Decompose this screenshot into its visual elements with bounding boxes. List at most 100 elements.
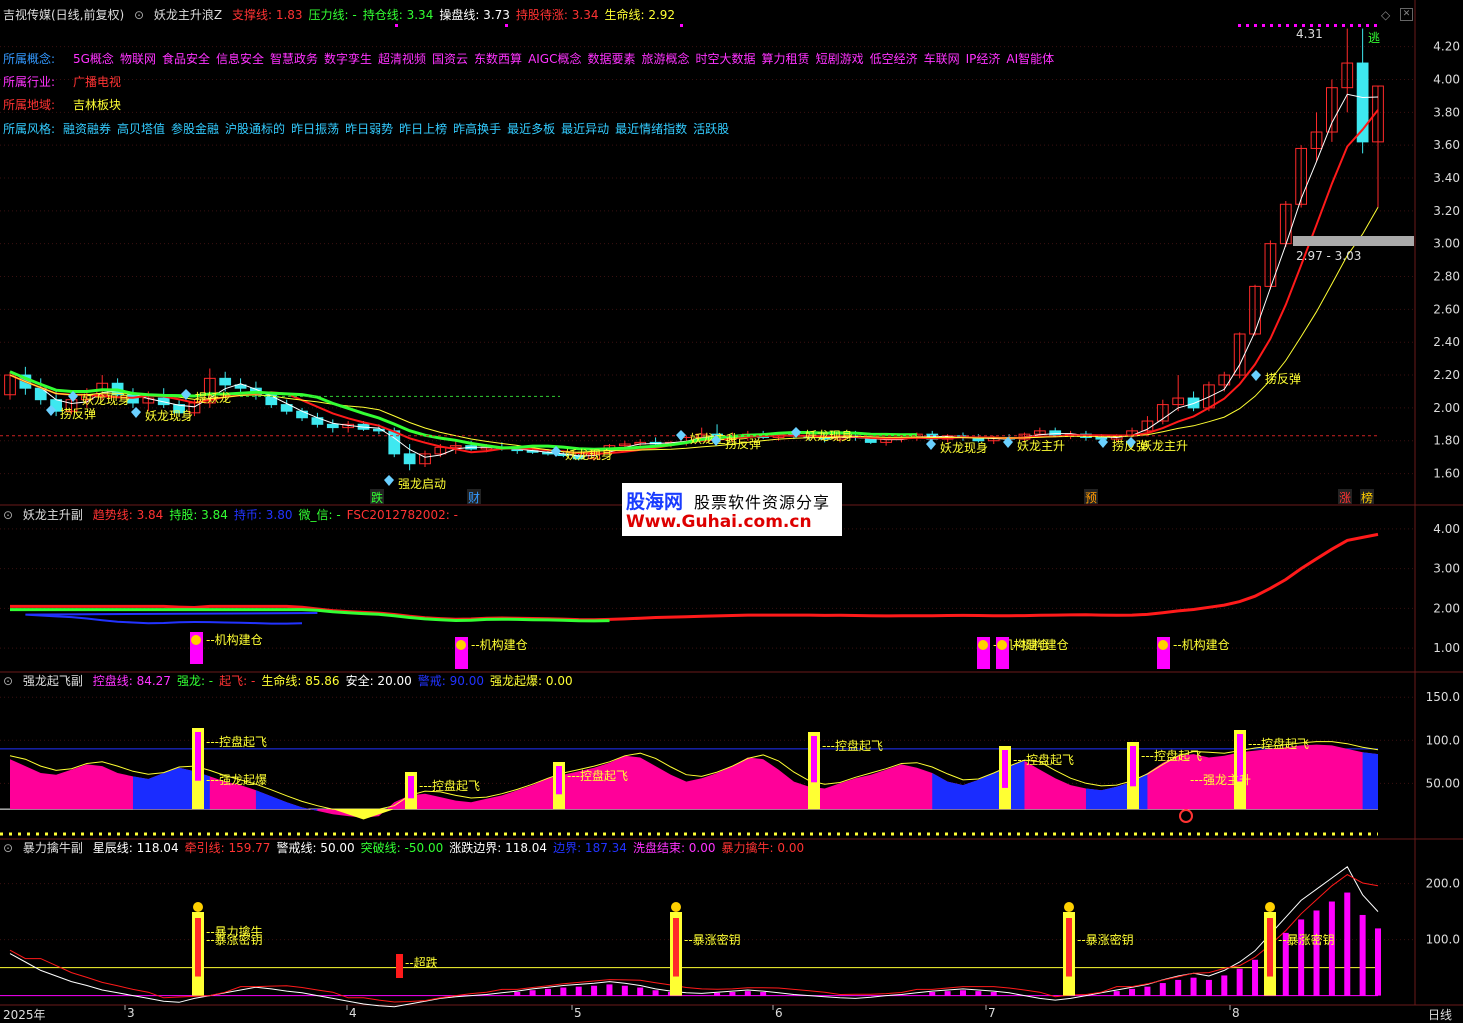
tag-value[interactable]: 旅游概念 <box>642 52 690 66</box>
tag-value[interactable]: 参股金融 <box>171 122 219 136</box>
y-tick-label: 4.20 <box>1433 40 1460 54</box>
tag-value[interactable]: 高贝塔值 <box>117 122 165 136</box>
tag-value[interactable]: 昨高换手 <box>453 122 501 136</box>
tag-value[interactable]: 昨日振荡 <box>291 122 339 136</box>
control-area-blue <box>1362 752 1378 810</box>
marker-label: 涨 <box>1339 490 1351 505</box>
tag-value[interactable]: 广播电视 <box>73 75 121 89</box>
oversold-label: --超跌 <box>405 955 438 970</box>
institution-label: --机构建仓 <box>1173 637 1230 652</box>
indicator-toggle-icon[interactable]: ⊙ <box>134 8 144 22</box>
bull-bar <box>714 992 721 996</box>
x-tick-label: 8 <box>1232 1006 1240 1019</box>
tag-value[interactable]: 活跃股 <box>693 122 729 136</box>
tag-value[interactable]: 数据要素 <box>588 52 636 66</box>
tag-key: 所属地域: <box>3 98 56 112</box>
signal-label: 妖龙现身 <box>940 440 988 455</box>
panel2-indicator-name[interactable]: 强龙起飞副 <box>23 674 83 688</box>
take-off-label: ---控盘起飞 <box>567 768 628 783</box>
watermark: 股海网 股票软件资源分享 Www.Guhai.com.cn <box>622 483 842 536</box>
take-off-core <box>556 766 562 795</box>
marker-label: 跌 <box>371 490 383 505</box>
tag-value[interactable]: 短剧游戏 <box>816 52 864 66</box>
tag-value[interactable]: 昨日弱势 <box>345 122 393 136</box>
tag-value[interactable]: IP经济 <box>966 52 1001 66</box>
bull-bar <box>1313 910 1320 996</box>
panel1-indicator-name[interactable]: 妖龙主升副 <box>23 508 83 522</box>
bull-bar <box>1175 979 1182 996</box>
tag-value[interactable]: 超清视频 <box>378 52 426 66</box>
take-off-core <box>195 732 201 781</box>
candle-body <box>296 410 308 419</box>
tag-key: 所属行业: <box>3 75 56 89</box>
institution-label: --机构建仓 <box>1012 637 1069 652</box>
bull-bar <box>1190 977 1197 996</box>
tag-row: 所属风格: 融资融券 高贝塔值 参股金融 沪股通标的 昨日振荡 昨日弱势 昨日上榜 昨高换手 最近… <box>3 122 735 136</box>
tag-value[interactable]: 吉林板块 <box>73 98 121 112</box>
x-tick-label: 3 <box>127 1006 135 1019</box>
panel1-header-item: FSC2012782002: - <box>346 508 458 522</box>
tag-value[interactable]: 最近多板 <box>507 122 555 136</box>
signal-label: 妖龙现身 <box>805 428 853 443</box>
panel2-header-item: 起飞: - <box>219 674 256 688</box>
tag-value[interactable]: 算力租赁 <box>762 52 810 66</box>
tag-value[interactable]: 食品安全 <box>162 52 210 66</box>
money-bag-icon <box>671 902 681 912</box>
y-tick-label: 3.00 <box>1433 562 1460 576</box>
tag-row: 所属概念: 5G概念 物联网 食品安全 信息安全 智慧政务 数字孪生 超清视频 国资云 东数西算 A… <box>3 52 1060 66</box>
collapse-icon[interactable]: ◇ <box>1381 8 1390 22</box>
bull-bar <box>744 991 751 996</box>
tag-value[interactable]: 时空大数据 <box>696 52 756 66</box>
tag-value[interactable]: 车联网 <box>924 52 960 66</box>
bull-bar <box>1129 988 1136 996</box>
panel3-header-item: 牵引线: 159.77 <box>184 841 271 855</box>
oversold-bar <box>396 954 403 978</box>
period-label[interactable]: 日线 <box>1428 1006 1452 1023</box>
tag-value[interactable]: 沪股通标的 <box>225 122 285 136</box>
tag-value[interactable]: AIGC概念 <box>528 52 581 66</box>
watermark-brand: 股海网 <box>626 491 684 513</box>
panel3-toggle-icon[interactable]: ⊙ <box>3 841 13 855</box>
bull-bar <box>606 984 613 996</box>
signal-label: 捞反弹 <box>60 407 96 421</box>
signal-dot <box>1270 24 1273 27</box>
tag-value[interactable]: 智慧政务 <box>270 52 318 66</box>
panel2-header: ⊙ 强龙起飞副 控盘线: 84.27 强龙: - 起飞: - 生命线: 85.86 安全… <box>3 674 585 688</box>
take-off-core <box>1002 750 1008 788</box>
tag-value[interactable]: 低空经济 <box>870 52 918 66</box>
escape-label: 逃 <box>1368 31 1380 45</box>
tag-value[interactable]: 最近情绪指数 <box>615 122 687 136</box>
bull-bar <box>1252 959 1259 996</box>
panel3-indicator-name[interactable]: 暴力擒牛副 <box>23 841 83 855</box>
tag-value[interactable]: 信息安全 <box>216 52 264 66</box>
y-tick-label: 1.60 <box>1433 467 1460 481</box>
tag-value[interactable]: 数字孪生 <box>324 52 372 66</box>
tag-value[interactable]: AI智能体 <box>1006 52 1054 66</box>
panel1-toggle-icon[interactable]: ⊙ <box>3 508 13 522</box>
tag-value[interactable]: 物联网 <box>120 52 156 66</box>
tag-value[interactable]: 融资融券 <box>63 122 111 136</box>
main-header-item: 持股待涨: 3.34 <box>515 8 599 22</box>
bull-bar <box>990 992 997 996</box>
range-label: 2.97 - 3.03 <box>1296 249 1361 263</box>
bull-bar <box>1328 901 1335 996</box>
bull-bar <box>975 991 982 996</box>
take-off-label: ---控盘起飞 <box>1013 752 1074 767</box>
tag-value[interactable]: 5G概念 <box>73 52 114 66</box>
main-header-item: 生命线: 2.92 <box>604 8 676 22</box>
candle-body <box>403 453 416 465</box>
signal-label: 捞反弹 <box>725 437 761 451</box>
y-tick-label: 2.80 <box>1433 270 1460 284</box>
tag-value[interactable]: 国资云 <box>432 52 468 66</box>
bull-bar <box>1113 991 1120 996</box>
tag-value[interactable]: 东数西算 <box>474 52 522 66</box>
panel2-toggle-icon[interactable]: ⊙ <box>3 674 13 688</box>
close-panel-icon[interactable]: ✕ <box>1400 8 1413 21</box>
x-tick-label: 4 <box>349 1006 357 1019</box>
tag-value[interactable]: 昨日上榜 <box>399 122 447 136</box>
tag-value[interactable]: 最近异动 <box>561 122 609 136</box>
money-bag-icon <box>456 640 466 650</box>
main-indicator-name[interactable]: 妖龙主升浪Z <box>154 8 222 22</box>
bull-bar <box>637 987 644 996</box>
take-off-core <box>1130 746 1136 787</box>
